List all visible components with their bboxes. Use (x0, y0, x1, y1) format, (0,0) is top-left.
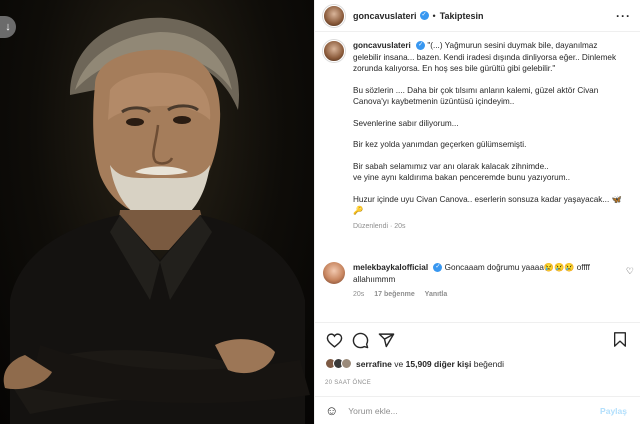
caption-paragraph: Huzur içinde uyu Civan Canova.. eserleri… (353, 194, 622, 216)
comment-input[interactable] (348, 405, 569, 416)
reply-button[interactable]: Yanıtla (425, 291, 448, 298)
follow-status-button[interactable]: Takiptesin (440, 11, 484, 21)
verified-badge-icon: ✓ (433, 263, 443, 273)
caption-author-avatar[interactable] (323, 40, 345, 62)
post-header: goncavuslateri ✓ • Takiptesin ··· (315, 0, 640, 32)
caption-paragraph: Bu sözlerin .... Daha bir çok tılsımı an… (353, 85, 599, 107)
commenter-avatar[interactable] (323, 262, 345, 284)
like-heart-icon[interactable] (325, 332, 343, 350)
caption-paragraph: Bir kez yolda yanımdan geçerken gülümsem… (353, 140, 527, 149)
add-comment-bar: ☺ Paylaş (315, 396, 640, 424)
likes-suffix: beğendi (473, 358, 504, 369)
action-bar (315, 322, 640, 358)
post-photo[interactable]: ↓ (0, 0, 314, 424)
others-likes-link[interactable]: 15,909 diğer kişi (406, 359, 472, 369)
emoji-smiley-icon[interactable]: ☺ (325, 403, 338, 418)
caption-username[interactable]: goncavuslateri (353, 41, 411, 50)
share-paper-plane-icon[interactable] (377, 332, 395, 350)
post-timestamp[interactable]: 20 SAAT ÖNCE (325, 380, 371, 386)
commenter-username[interactable]: melekbaykalofficial (353, 263, 428, 272)
post-comment-button[interactable]: Paylaş (600, 406, 627, 416)
comment-like-heart-icon[interactable]: ♡ (626, 266, 634, 277)
verified-badge-icon: ✓ (416, 41, 426, 51)
likes-text: serrafine ve 15,909 diğer kişi beğendi (356, 359, 504, 369)
comment-likes-link[interactable]: 17 beğenme (374, 291, 414, 298)
portrait-image (3, 17, 310, 424)
caption-text: goncavuslateri ✓ "(...) Yağmurun sesini … (353, 40, 623, 232)
likes-connector: ve (394, 358, 404, 369)
comment-bubble-icon[interactable] (351, 332, 369, 350)
author-avatar[interactable] (323, 4, 345, 27)
comment-item: melekbaykalofficial ✓ Goncaaam doğrumu y… (323, 262, 635, 301)
verified-badge-icon: ✓ (419, 11, 429, 20)
comment-body: melekbaykalofficial ✓ Goncaaam doğrumu y… (353, 262, 615, 301)
author-username[interactable]: goncavuslateri (353, 11, 417, 21)
post-detail-panel: goncavuslateri ✓ • Takiptesin ··· goncav… (314, 0, 640, 424)
caption-paragraph: Sevenlerine sabır diliyorum... (353, 118, 459, 128)
more-horizontal-icon[interactable]: ··· (616, 9, 631, 23)
likes-summary: serrafine ve 15,909 diğer kişi beğendi (325, 358, 504, 369)
post-caption: goncavuslateri ✓ "(...) Yağmurun sesini … (323, 40, 635, 232)
edited-label: Düzenlendi (353, 222, 389, 230)
caption-meta: Düzenlendi · 20s (353, 222, 406, 230)
first-liker-username[interactable]: serrafine (356, 359, 392, 369)
caption-paragraph: Bir sabah selamımız var anı olarak kalac… (353, 161, 571, 183)
liker-avatar[interactable] (341, 358, 352, 369)
caption-age: 20s (394, 222, 406, 230)
comment-age: 20s (353, 291, 365, 298)
separator-dot: • (432, 10, 436, 21)
comment-meta: 20s 17 beğenme Yanıtla (353, 289, 615, 301)
bookmark-icon[interactable] (612, 331, 628, 353)
